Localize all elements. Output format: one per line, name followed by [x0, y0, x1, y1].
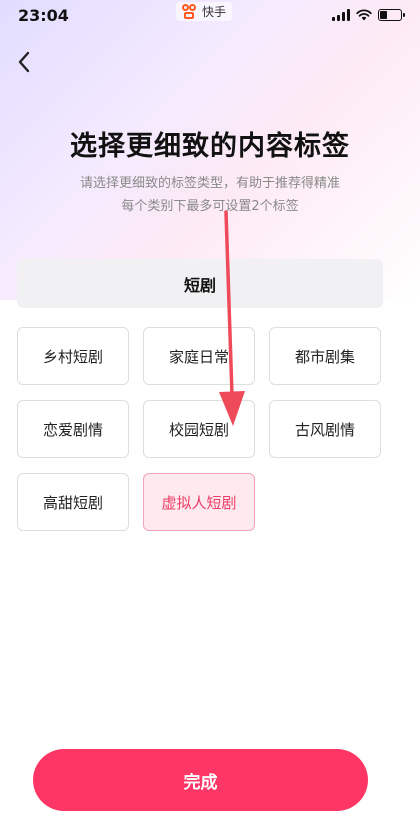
battery-icon [378, 9, 405, 21]
kuaishou-logo-icon [182, 3, 198, 20]
wifi-icon [356, 9, 372, 21]
tag-chip[interactable]: 校园短剧 [143, 400, 255, 458]
tag-chip[interactable]: 古风剧情 [269, 400, 381, 458]
tag-chip[interactable]: 恋爱剧情 [17, 400, 129, 458]
battery-level [380, 11, 387, 19]
back-button[interactable] [8, 44, 40, 80]
status-indicators [332, 9, 405, 21]
page-title: 选择更细致的内容标签 [70, 131, 350, 162]
tag-chip[interactable]: 乡村短剧 [17, 327, 129, 385]
status-time: 23:04 [18, 5, 69, 25]
tag-chip[interactable]: 都市剧集 [269, 327, 381, 385]
category-header: 短剧 [17, 259, 383, 308]
indicator-app-name: 快手 [202, 5, 227, 19]
cellular-signal-icon [332, 9, 350, 21]
page-subtitle-line1: 请选择更细致的标签类型，有助于推荐得精准 [79, 176, 340, 191]
tag-chip[interactable]: 高甜短剧 [17, 473, 129, 531]
chevron-left-icon [18, 51, 30, 73]
tag-chip-selected[interactable]: 虚拟人短剧 [143, 473, 255, 531]
tag-chip[interactable]: 家庭日常 [143, 327, 255, 385]
done-button[interactable]: 完成 [33, 749, 368, 811]
page-subtitle-line2: 每个类别下最多可设置2个标签 [121, 199, 299, 214]
recording-app-indicator: 快手 [176, 2, 233, 21]
